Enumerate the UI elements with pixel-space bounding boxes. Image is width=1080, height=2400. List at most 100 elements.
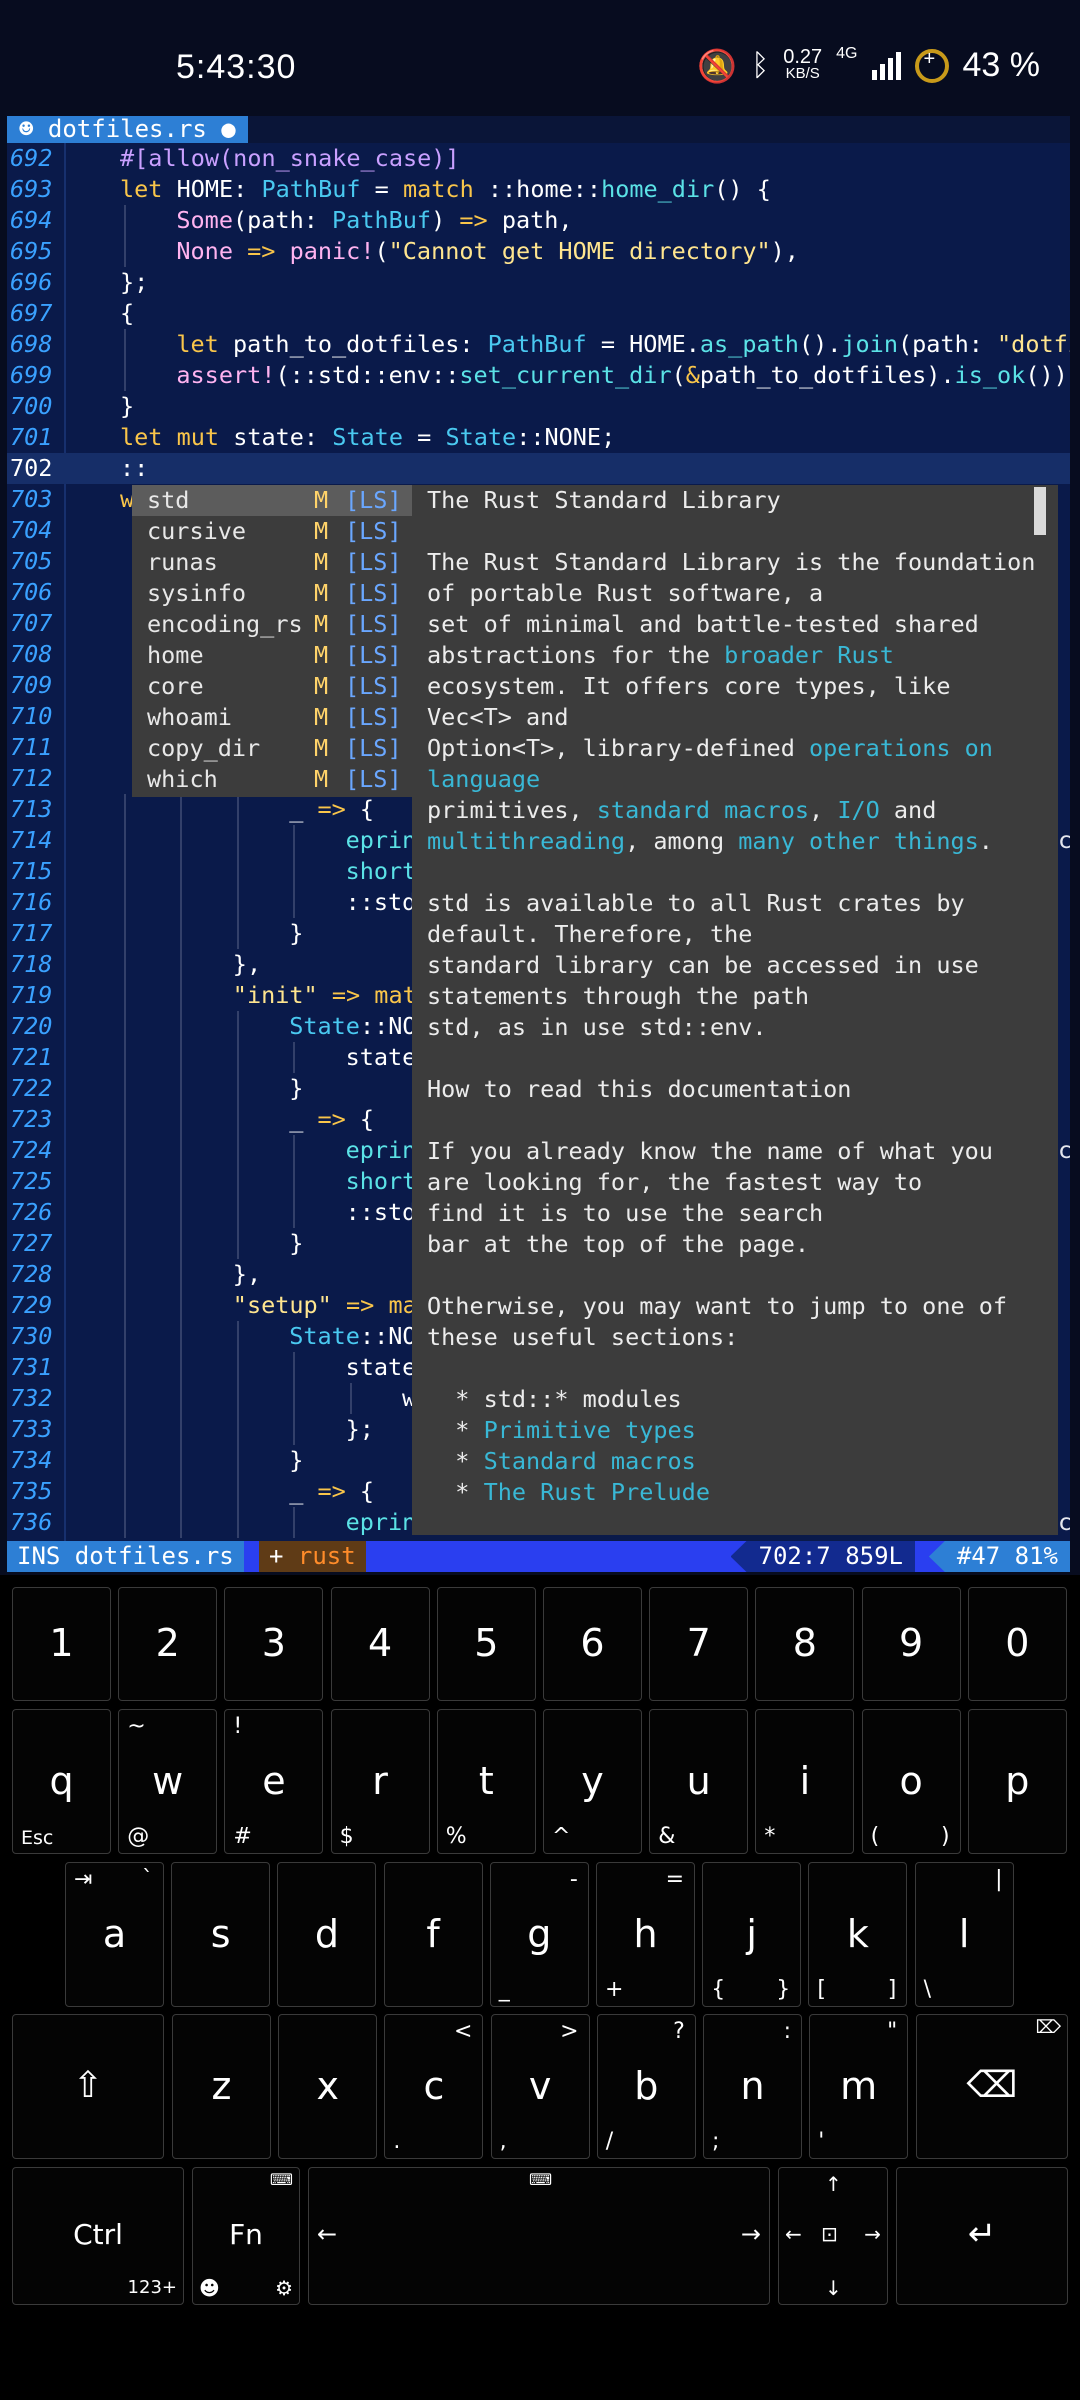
code-line[interactable]: 696}; — [7, 267, 1070, 298]
completion-item-selected[interactable]: std M [LS] — [132, 485, 412, 516]
code-token: state: — [233, 423, 333, 451]
key-y[interactable]: y ^ — [543, 1709, 642, 1854]
key-f[interactable]: f — [383, 1862, 483, 2007]
completion-item[interactable]: whoami M [LS] — [132, 702, 412, 733]
doc-link[interactable]: standard macros — [597, 796, 809, 824]
completion-item[interactable]: copy_dir M [LS] — [132, 733, 412, 764]
code-token: mut — [176, 423, 234, 451]
indent-guide — [180, 1197, 183, 1228]
key-8[interactable]: 8 — [755, 1587, 855, 1701]
space-key[interactable]: ⌨ ← → — [308, 2167, 770, 2305]
code-line[interactable]: 700} — [7, 391, 1070, 422]
key-d[interactable]: d — [277, 1862, 377, 2007]
indent-guide — [124, 236, 126, 267]
indent-guide — [236, 856, 239, 887]
indent-guide — [124, 918, 126, 949]
doc-text: * — [427, 1478, 484, 1506]
doc-link[interactable]: Standard macros — [484, 1447, 696, 1475]
code-line[interactable]: 695 None => panic!("Cannot get HOME direc… — [7, 236, 1070, 267]
dpad-key[interactable]: ↑ ↓ ← → ⊡ — [778, 2167, 888, 2305]
key-r[interactable]: r $ — [330, 1709, 430, 1854]
completion-item[interactable]: core M [LS] — [132, 671, 412, 702]
code-text: } — [120, 391, 134, 422]
doc-link[interactable]: I/O — [837, 796, 879, 824]
key-w[interactable]: w ~ @ — [118, 1709, 218, 1854]
key-t[interactable]: t% — [436, 1709, 536, 1854]
buffer-tab[interactable]: ☻ dotfiles.rs ● — [7, 116, 248, 143]
key-5[interactable]: 5 — [436, 1587, 536, 1701]
completion-menu[interactable]: std M [LS] cursive M [LS] runas M [LS] sysinfo M [L… — [132, 485, 412, 797]
completion-item[interactable]: which M [LS] — [132, 764, 412, 795]
doc-link[interactable]: Primitive types — [484, 1416, 696, 1444]
shift-key[interactable]: ⇧ — [12, 2014, 164, 2159]
key-g[interactable]: g - _ — [489, 1862, 589, 2007]
key-i[interactable]: i * — [755, 1709, 855, 1854]
key-6[interactable]: 6 — [543, 1587, 642, 1701]
key-x[interactable]: x — [278, 2014, 378, 2159]
line-number: 724 — [10, 1136, 53, 1164]
doc-link[interactable]: language — [427, 765, 540, 793]
completion-item[interactable]: sysinfo M [LS] — [132, 578, 412, 609]
completion-kind: M — [314, 703, 329, 731]
key-a[interactable]: a ⇥ ` — [65, 1862, 164, 2007]
key-z[interactable]: z — [172, 2014, 271, 2159]
indent-guide — [124, 1073, 126, 1104]
key-label: u — [686, 1758, 711, 1803]
key-s[interactable]: s — [171, 1862, 271, 2007]
doc-link[interactable]: broader Rust — [724, 641, 894, 669]
key-n[interactable]: n:; — [703, 2014, 802, 2159]
doc-link[interactable]: many other things — [738, 827, 979, 855]
key-7[interactable]: 7 — [649, 1587, 749, 1701]
modified-flag: + — [269, 1542, 284, 1570]
code-line[interactable]: 699 assert!(::std::env::set_current_dir(&… — [7, 360, 1070, 391]
key-9[interactable]: 9 — [861, 1587, 961, 1701]
key-q[interactable]: q Esc — [12, 1709, 111, 1854]
doc-link[interactable]: The Rust Prelude — [484, 1478, 710, 1506]
key-o[interactable]: o () — [861, 1709, 961, 1854]
completion-item[interactable]: runas M [LS] — [132, 547, 412, 578]
doc-link[interactable]: operations on — [809, 734, 993, 762]
code-line[interactable]: 692 #[allow(non_snake_case)] — [7, 143, 1070, 174]
key-v[interactable]: v >, — [490, 2014, 590, 2159]
fn-key[interactable]: Fn ⌨ ☻ ⚙ — [192, 2167, 300, 2305]
enter-key[interactable]: ↵ — [896, 2167, 1068, 2305]
key-2[interactable]: 2 — [118, 1587, 218, 1701]
key-l[interactable]: l | \ — [914, 1862, 1014, 2007]
ctrl-key[interactable]: Ctrl 123+ — [12, 2167, 184, 2305]
completion-item[interactable]: home M [LS] — [132, 640, 412, 671]
indent-guide — [124, 1445, 126, 1476]
key-m[interactable]: m " ' — [809, 2014, 909, 2159]
code-line-current[interactable]: 702:: — [7, 453, 1070, 484]
key-j[interactable]: j {} — [702, 1862, 802, 2007]
key-p[interactable]: p — [967, 1709, 1067, 1854]
key-4[interactable]: 4 — [330, 1587, 430, 1701]
code-line[interactable]: 697 { — [7, 298, 1070, 329]
code-token: (). — [798, 330, 842, 358]
key-k[interactable]: k [] — [808, 1862, 908, 2007]
code-line[interactable]: 694 Some(path: PathBuf) => path, — [7, 205, 1070, 236]
code-line[interactable]: 698 let path_to_dotfiles: PathBuf = HOME.… — [7, 329, 1070, 360]
doc-link[interactable]: multithreading — [427, 827, 625, 855]
key-1[interactable]: 1 — [12, 1587, 111, 1701]
code-token: _ — [289, 795, 318, 823]
backspace-key[interactable]: ⌫ ⌦ — [916, 2014, 1068, 2159]
completion-item[interactable]: cursive M [LS] — [132, 516, 412, 547]
key-label: o — [899, 1758, 923, 1803]
doc-scrollbar[interactable] — [1034, 487, 1046, 535]
key-e[interactable]: e! # — [224, 1709, 324, 1854]
code-line[interactable]: 693 let HOME: PathBuf = match ::home::hom… — [7, 174, 1070, 205]
key-0[interactable]: 0 — [967, 1587, 1067, 1701]
completion-item[interactable]: encoding_rs M [LS] — [132, 609, 412, 640]
key-h[interactable]: h = + — [596, 1862, 695, 2007]
key-u[interactable]: u & — [649, 1709, 749, 1854]
code-text: ::std — [346, 1197, 417, 1228]
dpad-up-icon: ↑ — [825, 2172, 842, 2196]
key-b[interactable]: b? / — [596, 2014, 696, 2159]
doc-line: The Rust Standard Library — [427, 485, 781, 516]
code-line[interactable]: 701 let mut state: State = State::NONE; — [7, 422, 1070, 453]
key-c[interactable]: c <. — [384, 2014, 484, 2159]
doc-text: Option<T>, library-defined — [427, 734, 810, 762]
line-number: 715 — [10, 857, 53, 885]
key-3[interactable]: 3 — [224, 1587, 324, 1701]
indent-guide — [236, 887, 239, 918]
